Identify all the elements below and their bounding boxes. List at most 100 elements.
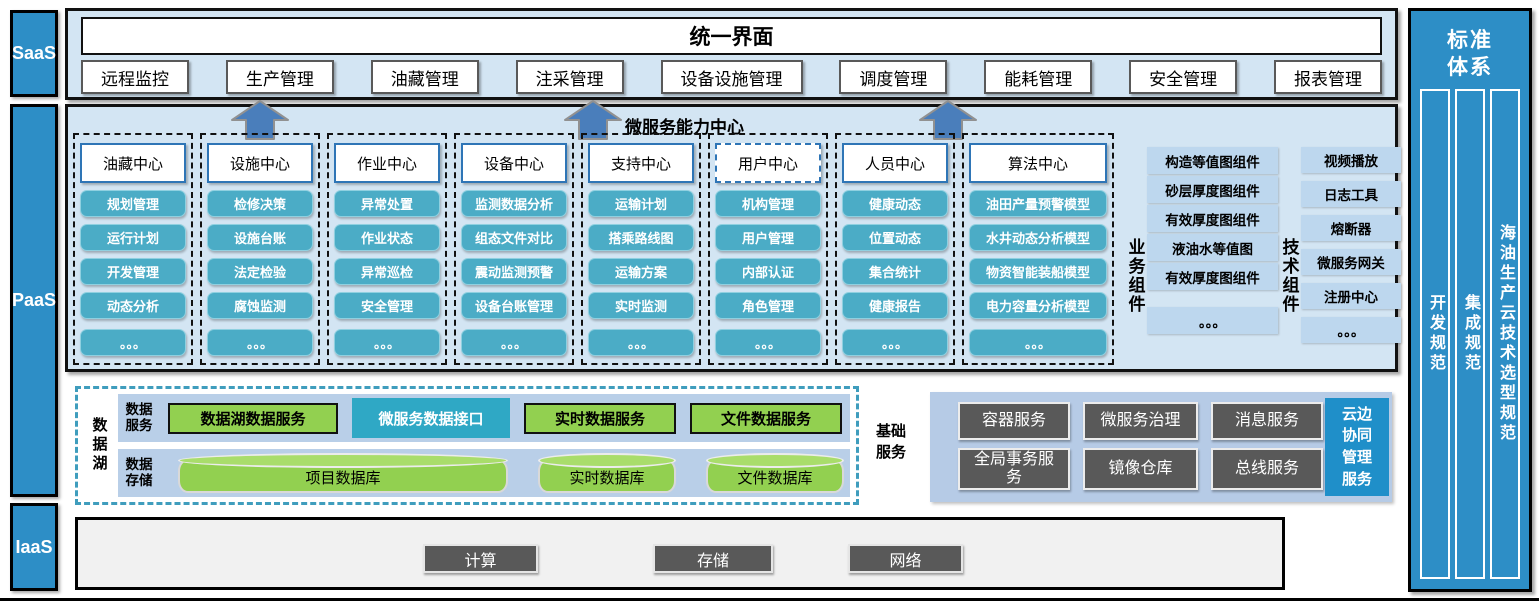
- center-header: 设施中心: [207, 143, 313, 183]
- center-header: 油藏中心: [80, 143, 186, 183]
- service-item: 动态分析: [80, 292, 186, 319]
- standards-sidebar: 标准体系 开发规范 集成规范 海油生产云技术选型规范: [1408, 8, 1532, 592]
- base-services-label: 基础服务: [874, 421, 908, 463]
- base-services-grid: 容器服务 微服务治理 消息服务 全局事务服务 镜像仓库 总线服务: [958, 402, 1323, 490]
- service-item-more: 。。。: [969, 329, 1107, 356]
- layer-label-iaas: IaaS: [10, 503, 58, 591]
- service-item: 开发管理: [80, 258, 186, 285]
- storage-resource: 存储: [653, 544, 773, 573]
- app-reservoir-mgmt: 油藏管理: [371, 60, 479, 94]
- service-item: 内部认证: [715, 258, 821, 285]
- realtime-data-service: 实时数据服务: [524, 403, 676, 434]
- technical-component: 熔断器: [1301, 215, 1401, 241]
- service-item-more: 。。。: [461, 329, 567, 356]
- app-equipment-facility-mgmt: 设备设施管理: [661, 60, 803, 94]
- center-header: 支持中心: [588, 143, 694, 183]
- center-column-equipment: 设备中心 监测数据分析 组态文件对比 震动监测预警 设备台账管理 。。。: [454, 133, 574, 365]
- standards-title: 标准体系: [1442, 27, 1498, 82]
- saas-panel: 统一界面 远程监控 生产管理 油藏管理 注采管理 设备设施管理 调度管理 能耗管…: [65, 8, 1398, 100]
- service-item: 用户管理: [715, 224, 821, 251]
- layer-label-saas: SaaS: [10, 10, 58, 97]
- data-lake-label: 数据湖: [86, 389, 112, 502]
- center-header: 用户中心: [715, 143, 821, 183]
- service-item: 运输计划: [588, 190, 694, 217]
- business-component: 有效厚度图组件: [1147, 263, 1278, 290]
- business-component: 液油水等值图: [1147, 234, 1278, 261]
- service-item: 运输方案: [588, 258, 694, 285]
- data-storage-label: 数据存储: [124, 457, 154, 488]
- business-component-more: 。。。: [1147, 307, 1278, 334]
- technical-component-more: 。。。: [1301, 317, 1401, 343]
- app-safety-mgmt: 安全管理: [1129, 60, 1237, 94]
- center-header: 算法中心: [969, 143, 1107, 183]
- service-item: 安全管理: [334, 292, 440, 319]
- database-name: 项目数据库: [305, 465, 380, 488]
- file-data-service: 文件数据服务: [690, 403, 842, 434]
- service-item: 健康报告: [842, 292, 948, 319]
- app-remote-monitoring: 远程监控: [81, 60, 189, 94]
- service-item: 规划管理: [80, 190, 186, 217]
- service-item: 监测数据分析: [461, 190, 567, 217]
- data-lake-panel: 数据湖 数据服务 数据湖数据服务 微服务数据接口 实时数据服务 文件数据服务 数…: [75, 386, 859, 505]
- service-item: 腐蚀监测: [207, 292, 313, 319]
- service-item: 运行计划: [80, 224, 186, 251]
- layer-label-paas: PaaS: [10, 104, 58, 497]
- message-service: 消息服务: [1211, 402, 1323, 440]
- service-item: 机构管理: [715, 190, 821, 217]
- service-item: 异常巡检: [334, 258, 440, 285]
- service-item: 健康动态: [842, 190, 948, 217]
- service-item: 震动监测预警: [461, 258, 567, 285]
- center-column-facility: 设施中心 检修决策 设施台账 法定检验 腐蚀监测 。。。: [200, 133, 320, 365]
- unified-interface-title: 统一界面: [690, 21, 774, 51]
- service-item: 设施台账: [207, 224, 313, 251]
- service-item: 法定检验: [207, 258, 313, 285]
- technical-component: 微服务网关: [1301, 249, 1401, 275]
- unified-interface-bar: 统一界面: [81, 17, 1382, 55]
- app-dispatch-mgmt: 调度管理: [839, 60, 947, 94]
- app-report-mgmt: 报表管理: [1274, 60, 1382, 94]
- layer-label-text: SaaS: [12, 43, 56, 64]
- business-component: 砂层厚度图组件: [1147, 176, 1278, 203]
- technical-components-list: 视频播放 日志工具 熔断器 微服务网关 注册中心 。。。: [1301, 147, 1401, 343]
- service-item: 油田产量预警模型: [969, 190, 1107, 217]
- data-service-label: 数据服务: [124, 402, 154, 433]
- standards-columns: 开发规范 集成规范 海油生产云技术选型规范: [1420, 89, 1520, 579]
- service-item: 组态文件对比: [461, 224, 567, 251]
- service-item: 位置动态: [842, 224, 948, 251]
- technical-component: 视频播放: [1301, 147, 1401, 173]
- app-production-mgmt: 生产管理: [226, 60, 334, 94]
- center-header: 作业中心: [334, 143, 440, 183]
- service-item-more: 。。。: [207, 329, 313, 356]
- project-database-cylinder: 项目数据库: [178, 459, 508, 493]
- service-item: 搭乘路线图: [588, 224, 694, 251]
- center-column-operation: 作业中心 异常处置 作业状态 异常巡检 安全管理 。。。: [327, 133, 447, 365]
- business-component: 构造等值图组件: [1147, 147, 1278, 174]
- cloud-tech-selection-standard: 海油生产云技术选型规范: [1490, 89, 1520, 579]
- service-item: 检修决策: [207, 190, 313, 217]
- service-item-more: 。。。: [80, 329, 186, 356]
- service-item-more: 。。。: [842, 329, 948, 356]
- center-column-reservoir: 油藏中心 规划管理 运行计划 开发管理 动态分析 。。。: [73, 133, 193, 365]
- realtime-database-cylinder: 实时数据库: [538, 459, 676, 493]
- service-item: 物资智能装船模型: [969, 258, 1107, 285]
- bus-service: 总线服务: [1211, 448, 1323, 490]
- architecture-diagram: SaaS PaaS IaaS 统一界面 远程监控 生产管理 油藏管理 注采管理 …: [0, 0, 1539, 601]
- iaas-panel: 计算 存储 网络: [75, 517, 1285, 590]
- file-database-cylinder: 文件数据库: [706, 459, 844, 493]
- layer-label-text: PaaS: [12, 290, 56, 311]
- service-item: 作业状态: [334, 224, 440, 251]
- center-column-user: 用户中心 机构管理 用户管理 内部认证 角色管理 。。。: [708, 133, 828, 365]
- service-item-more: 。。。: [334, 329, 440, 356]
- service-item-more: 。。。: [715, 329, 821, 356]
- integration-standard: 集成规范: [1455, 89, 1485, 579]
- microservice-data-interface: 微服务数据接口: [352, 398, 510, 438]
- data-lake-rows: 数据服务 数据湖数据服务 微服务数据接口 实时数据服务 文件数据服务 数据存储 …: [118, 394, 850, 497]
- data-lake-data-service: 数据湖数据服务: [168, 403, 338, 434]
- business-components-list: 构造等值图组件 砂层厚度图组件 有效厚度图组件 液油水等值图 有效厚度图组件 。…: [1147, 147, 1278, 334]
- business-component: 有效厚度图组件: [1147, 205, 1278, 232]
- database-name: 实时数据库: [569, 465, 644, 488]
- technical-components-label: 技术组件: [1278, 207, 1300, 345]
- paas-panel: 微服务能力中心 油藏中心 规划管理 运行计划 开发管理 动态分析 。。。 设施中…: [65, 104, 1398, 372]
- service-item: 实时监测: [588, 292, 694, 319]
- data-storage-row: 数据存储 项目数据库 实时数据库 文件数据库: [118, 449, 850, 497]
